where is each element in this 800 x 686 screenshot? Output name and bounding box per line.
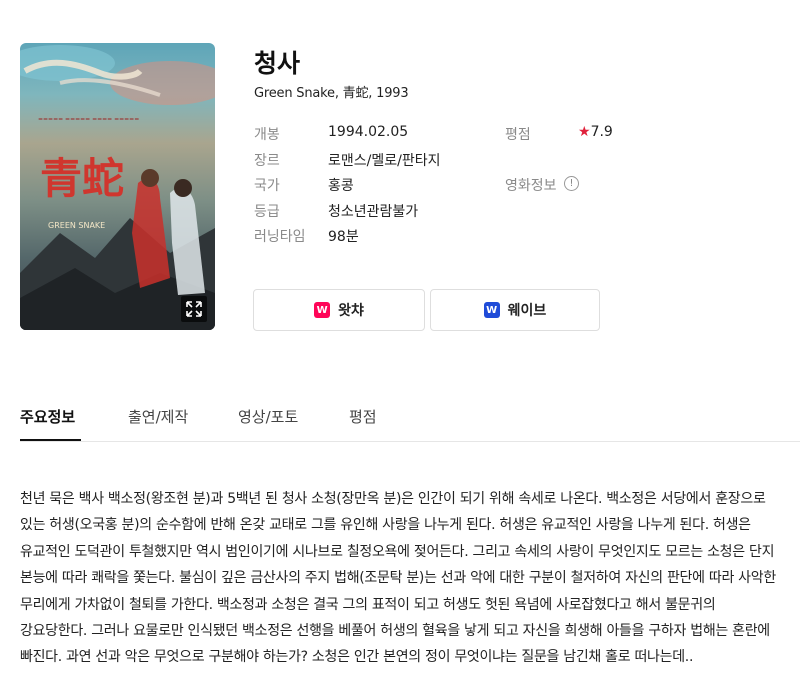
movie-poster[interactable]: 青蛇 GREEN SNAKE ===== ===== ==== ===== — [20, 43, 215, 330]
rating-label: 평점 — [505, 127, 531, 143]
star-icon: ★ — [578, 124, 591, 140]
poster-artwork: 青蛇 GREEN SNAKE ===== ===== ==== ===== — [20, 45, 215, 330]
genre-label: 장르 — [254, 153, 280, 169]
expand-icon[interactable] — [181, 296, 207, 322]
watcha-label: 왓챠 — [338, 303, 364, 319]
info-icon[interactable]: ! — [564, 176, 579, 191]
active-tab-indicator — [20, 439, 81, 441]
movie-title: 청사 — [254, 49, 301, 78]
wavve-label: 웨이브 — [507, 303, 547, 319]
runtime-label: 러닝타임 — [254, 229, 306, 245]
tab-divider — [20, 441, 800, 442]
poster-title-text: 青蛇 — [40, 154, 124, 203]
release-label: 개봉 — [254, 127, 280, 143]
release-value: 1994.02.05 — [328, 124, 409, 140]
tab-video-photo[interactable]: 영상/포토 — [238, 406, 298, 427]
rating-value: 7.9 — [590, 124, 613, 140]
rating-score: ★7.9 — [578, 124, 613, 140]
movie-subtitle: Green Snake, 青蛇, 1993 — [254, 86, 409, 101]
tab-rating[interactable]: 평점 — [349, 406, 377, 427]
runtime-value: 98분 — [328, 229, 359, 245]
grade-value: 청소년관람불가 — [328, 204, 419, 220]
svg-text:===== ===== ==== =====: ===== ===== ==== ===== — [38, 116, 139, 123]
tab-cast-crew[interactable]: 출연/제작 — [128, 406, 188, 427]
tab-main-info[interactable]: 주요정보 — [20, 406, 75, 427]
country-value: 홍콩 — [328, 178, 354, 194]
genre-value: 로맨스/멜로/판타지 — [328, 153, 441, 169]
watcha-icon: W — [314, 302, 331, 318]
grade-label: 등급 — [254, 204, 280, 220]
movieinfo-label: 영화정보 — [505, 178, 557, 194]
wavve-button[interactable]: W 웨이브 — [430, 289, 600, 331]
country-label: 국가 — [254, 178, 280, 194]
synopsis-text: 천년 묵은 백사 백소정(왕조현 분)과 5백년 된 청사 소청(장만옥 분)은… — [20, 491, 776, 666]
poster-english-text: GREEN SNAKE — [48, 221, 105, 230]
wavve-icon: W — [483, 302, 500, 318]
watcha-button[interactable]: W 왓챠 — [253, 289, 425, 331]
